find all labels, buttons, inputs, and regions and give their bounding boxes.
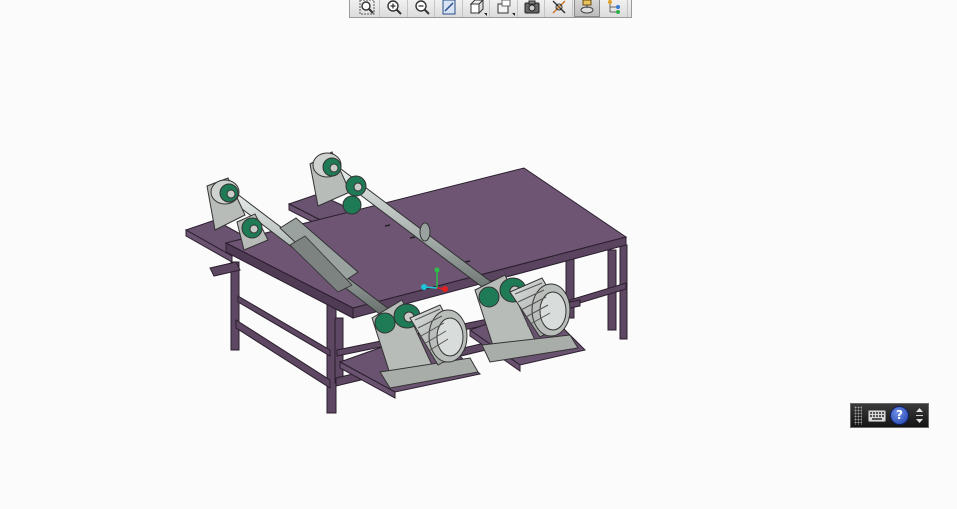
cube-icon: [469, 0, 484, 15]
view-mode-button[interactable]: [464, 0, 490, 17]
cad-model: [184, 151, 628, 414]
keyboard-icon[interactable]: [868, 409, 886, 422]
swap-visible-button[interactable]: [574, 0, 600, 17]
capture-button[interactable]: [519, 0, 545, 17]
zoom-in-button[interactable]: [382, 0, 408, 17]
zoom-out-icon: [414, 0, 430, 15]
hide-show-button[interactable]: [547, 0, 573, 17]
expand-arrows-icon[interactable]: [915, 406, 924, 425]
help-button[interactable]: ?: [890, 406, 909, 425]
render-style-icon: [497, 0, 511, 14]
render-style-button[interactable]: [492, 0, 518, 17]
3d-viewport[interactable]: [0, 0, 957, 505]
hide-show-icon: [552, 0, 566, 14]
grip-handle[interactable]: [854, 406, 862, 425]
normal-view-button[interactable]: [437, 0, 463, 17]
fit-all-button[interactable]: [354, 0, 380, 17]
tree-button[interactable]: [602, 0, 628, 17]
tree-icon: [608, 0, 620, 14]
mini-toolbar: ?: [850, 403, 929, 428]
magnifier-fit-icon: [359, 0, 374, 15]
camera-icon: [524, 0, 539, 14]
view-toolbar: [349, 0, 632, 18]
swap-visible-icon: [580, 0, 594, 14]
zoom-in-icon: [387, 0, 402, 15]
normal-view-icon: [442, 0, 456, 15]
zoom-out-button[interactable]: [409, 0, 435, 17]
